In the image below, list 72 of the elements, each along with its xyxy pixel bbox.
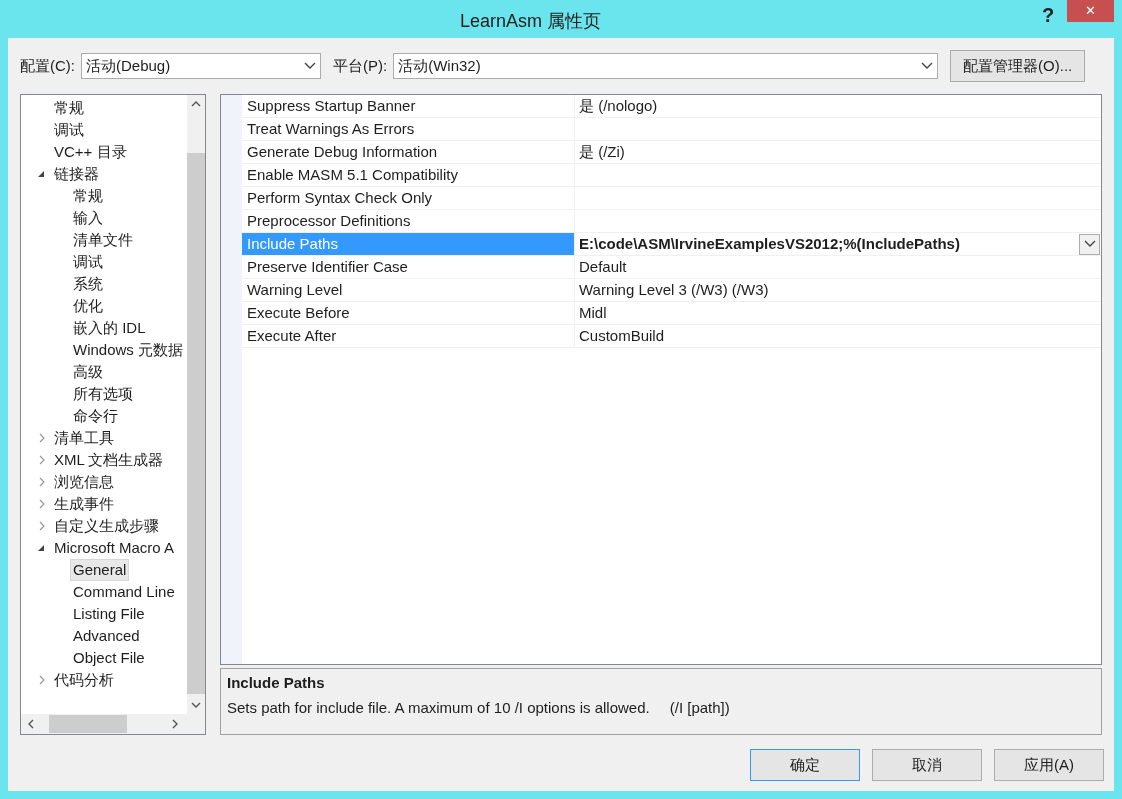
tree-item[interactable]: Microsoft Macro A	[51, 537, 178, 559]
scrollbar-thumb[interactable]	[49, 715, 127, 733]
switch-text: (/I [path])	[669, 697, 730, 718]
description-title: Include Paths	[227, 673, 326, 693]
property-value[interactable]: 是 (/nologo)	[579, 94, 658, 118]
tree-item[interactable]: Listing File	[70, 603, 148, 625]
configuration-manager-button[interactable]: 配置管理器(O)...	[950, 50, 1086, 82]
property-value[interactable]: Warning Level 3 (/W3) (/W3)	[579, 278, 769, 302]
property-name[interactable]: Generate Debug Information	[242, 141, 575, 163]
collapsed-chevron-icon[interactable]	[39, 455, 45, 465]
tree-item[interactable]: 常规	[70, 185, 106, 207]
close-button[interactable]: ✕	[1067, 0, 1114, 22]
expanded-triangle-icon[interactable]	[37, 544, 45, 552]
property-value[interactable]: Default	[579, 255, 627, 279]
property-name[interactable]: Preserve Identifier Case	[242, 256, 575, 278]
tree-item[interactable]: 清单文件	[70, 229, 136, 251]
tree-item[interactable]: 优化	[70, 295, 106, 317]
property-value[interactable]: CustomBuild	[579, 324, 665, 348]
caret-icon	[1083, 240, 1096, 248]
help-button[interactable]: ?	[1033, 0, 1063, 30]
property-name[interactable]: Perform Syntax Check Only	[242, 187, 575, 209]
collapsed-chevron-icon[interactable]	[39, 521, 45, 531]
collapsed-chevron-icon[interactable]	[39, 433, 45, 443]
tree-item[interactable]: 生成事件	[51, 493, 117, 515]
property-value[interactable]: E:\code\ASM\IrvineExamplesVS2012;%(IncludePaths)	[579, 232, 960, 256]
tree-item[interactable]: 所有选项	[70, 383, 136, 405]
tree-item[interactable]: General	[70, 559, 130, 581]
caret-icon	[921, 62, 934, 70]
collapsed-chevron-icon[interactable]	[39, 477, 45, 487]
tree-item[interactable]: Windows 元数据	[70, 339, 187, 361]
configuration-label: 配置(C):	[20, 55, 75, 76]
property-name[interactable]: Preprocessor Definitions	[242, 210, 575, 232]
configuration-dropdown[interactable]: 活动(Debug)	[81, 53, 321, 79]
dialog-button[interactable]: 取消	[872, 749, 982, 781]
tree-item[interactable]: 清单工具	[51, 427, 117, 449]
tree-item[interactable]: 系统	[70, 273, 106, 295]
tree-item[interactable]: 嵌入的 IDL	[70, 317, 149, 339]
collapsed-chevron-icon[interactable]	[39, 675, 45, 685]
tree-item[interactable]: 调试	[70, 251, 106, 273]
platform-dropdown[interactable]: 活动(Win32)	[393, 53, 939, 79]
tree-item[interactable]: 高级	[70, 361, 106, 383]
property-value[interactable]: 是 (/Zi)	[579, 140, 625, 164]
property-name[interactable]: Execute After	[242, 325, 575, 347]
tree-item[interactable]: VC++ 目录	[51, 141, 130, 163]
collapsed-chevron-icon[interactable]	[39, 499, 45, 509]
property-name[interactable]: Treat Warnings As Errors	[242, 118, 575, 140]
tree-item[interactable]: 常规	[51, 97, 87, 119]
tree-item[interactable]: 自定义生成步骤	[51, 515, 162, 537]
tree-item[interactable]: 浏览信息	[51, 471, 117, 493]
tree-item[interactable]: Advanced	[70, 625, 143, 647]
property-name[interactable]: Enable MASM 5.1 Compatibility	[242, 164, 575, 186]
platform-label: 平台(P):	[333, 55, 388, 76]
dropdown-button[interactable]	[1079, 233, 1100, 255]
description-text: Sets path for include file. A maximum of 10 /I options is allowed.	[227, 697, 650, 718]
tree-item[interactable]: 代码分析	[51, 669, 117, 691]
property-name[interactable]: Warning Level	[242, 279, 575, 301]
dialog-button[interactable]: 应用(A)	[994, 749, 1104, 781]
tree-item[interactable]: 输入	[70, 207, 106, 229]
tree-item[interactable]: Object File	[70, 647, 148, 669]
property-name[interactable]: Execute Before	[242, 302, 575, 324]
horizontal-scrollbar[interactable]	[21, 714, 205, 734]
tree-item[interactable]: 命令行	[70, 405, 121, 427]
tree-item[interactable]: XML 文档生成器	[51, 449, 167, 471]
expanded-triangle-icon[interactable]	[37, 170, 45, 178]
tree-item[interactable]: 调试	[51, 119, 87, 141]
property-name[interactable]: Suppress Startup Banner	[242, 95, 575, 117]
caret-icon	[304, 62, 316, 70]
dialog-button[interactable]: 确定	[750, 749, 860, 781]
window-title: LearnAsm 属性页	[460, 10, 602, 33]
property-value[interactable]: Midl	[579, 301, 607, 325]
tree-item[interactable]: 链接器	[51, 163, 102, 185]
tree-item[interactable]: Command Line	[70, 581, 178, 603]
